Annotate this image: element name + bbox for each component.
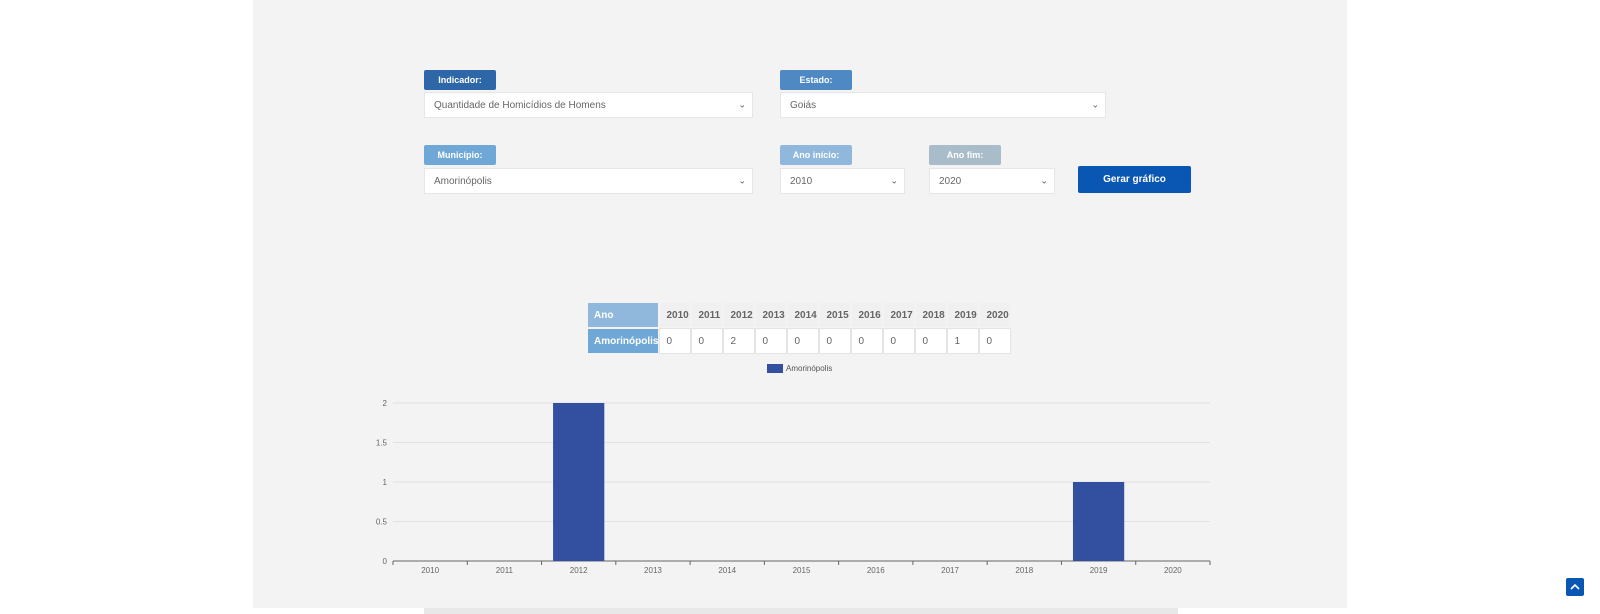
y-tick-label: 2 — [383, 399, 388, 408]
bar-chart: 0 0.5 1 1.5 2 2010 2011 2012 2013 2014 2015 2016 201… — [376, 399, 1211, 575]
x-tick-label: 2019 — [1090, 566, 1108, 575]
y-tick-label: 1 — [383, 478, 388, 487]
x-tick-label: 2013 — [644, 566, 662, 575]
x-tick-label: 2011 — [496, 566, 514, 575]
x-tick-label: 2010 — [421, 566, 439, 575]
x-tick-label: 2012 — [570, 566, 588, 575]
x-tick-label: 2020 — [1164, 566, 1182, 575]
x-tick-label: 2018 — [1015, 566, 1033, 575]
scroll-to-top-button[interactable] — [1566, 578, 1584, 596]
y-tick-label: 0 — [383, 557, 388, 566]
x-tick-label: 2015 — [793, 566, 811, 575]
x-tick-label: 2016 — [867, 566, 885, 575]
x-tick-label: 2017 — [941, 566, 959, 575]
y-tick-label: 1.5 — [376, 439, 388, 448]
y-tick-label: 0.5 — [376, 518, 388, 527]
bar — [553, 403, 605, 561]
x-tick-label: 2014 — [718, 566, 736, 575]
bar — [1072, 482, 1125, 561]
arrow-up-icon — [1570, 583, 1580, 590]
